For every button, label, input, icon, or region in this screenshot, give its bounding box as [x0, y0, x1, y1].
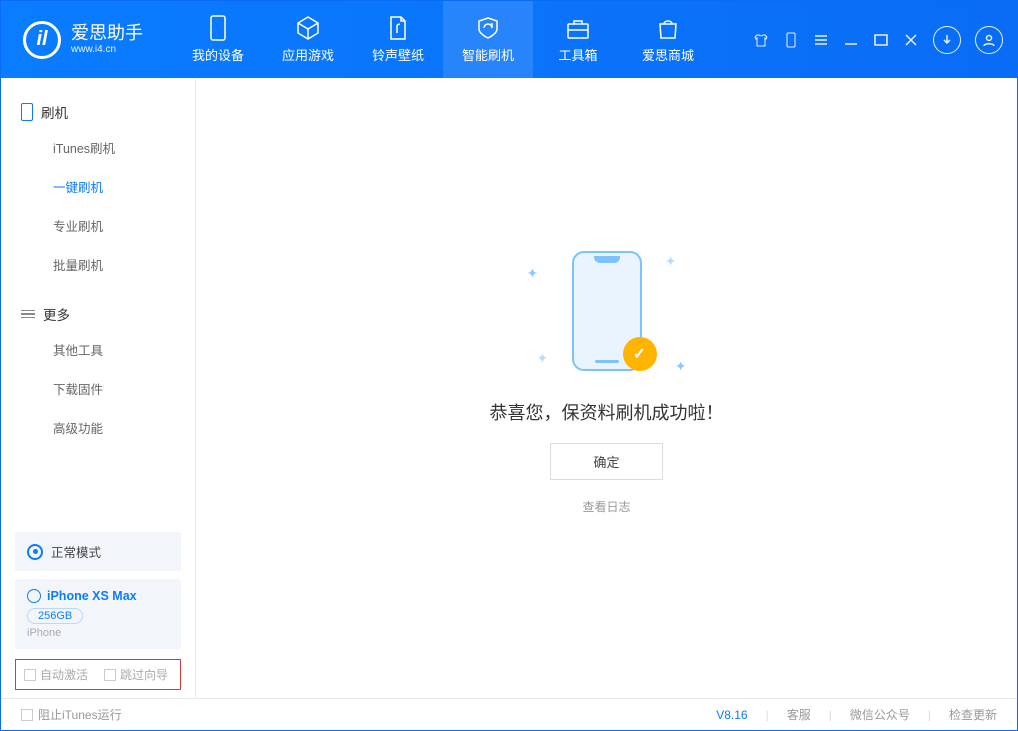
nav-store[interactable]: 爱思商城: [623, 1, 713, 78]
nav-label: 智能刷机: [462, 45, 514, 64]
checkbox-skip-guide[interactable]: 跳过向导: [104, 666, 168, 683]
sidebar-item-pro-flash[interactable]: 专业刷机: [1, 206, 195, 245]
status-link-wechat[interactable]: 微信公众号: [850, 706, 910, 723]
shield-refresh-icon: [475, 15, 501, 41]
app-window: il 爱思助手 www.i4.cn 我的设备 应用游戏 铃声壁纸 智能刷机: [0, 0, 1018, 731]
bag-icon: [655, 15, 681, 41]
nav-label: 爱思商城: [642, 45, 694, 64]
checkbox-auto-activate[interactable]: 自动激活: [24, 666, 88, 683]
sidebar-footer: 正常模式 iPhone XS Max 256GB iPhone 自动激活 跳过向…: [1, 524, 195, 698]
nav-ring-wallpaper[interactable]: 铃声壁纸: [353, 1, 443, 78]
sidebar-item-onekey-flash[interactable]: 一键刷机: [1, 167, 195, 206]
cube-icon: [295, 15, 321, 41]
sparkle-icon: ✦: [675, 358, 687, 375]
checkbox-icon: [24, 669, 36, 681]
success-illustration: ✦ ✦ ✓ ✦ ✦: [527, 241, 687, 381]
toolbox-icon: [565, 15, 591, 41]
sidebar-item-advanced[interactable]: 高级功能: [1, 408, 195, 447]
phone-icon: [21, 103, 33, 121]
nav-label: 工具箱: [558, 45, 597, 64]
status-link-support[interactable]: 客服: [787, 706, 811, 723]
sidebar-item-other-tools[interactable]: 其他工具: [1, 330, 195, 369]
menu-icon[interactable]: [813, 32, 829, 48]
sidebar-item-download-firmware[interactable]: 下载固件: [1, 369, 195, 408]
phone-small-icon[interactable]: [783, 32, 799, 48]
checkbox-block-itunes[interactable]: 阻止iTunes运行: [21, 706, 122, 723]
sparkle-icon: ✦: [665, 253, 677, 270]
success-title: 恭喜您，保资料刷机成功啦！: [490, 399, 724, 425]
version-label: V8.16: [716, 708, 747, 722]
shirt-icon[interactable]: [753, 32, 769, 48]
brand-title: 爱思助手: [71, 23, 143, 44]
view-log-link[interactable]: 查看日志: [582, 498, 630, 515]
checkbox-icon: [104, 669, 116, 681]
result-panel: ✦ ✦ ✓ ✦ ✦ 恭喜您，保资料刷机成功啦！ 确定 查看日志: [490, 241, 724, 515]
checkbox-icon: [21, 709, 33, 721]
device-storage: 256GB: [27, 608, 83, 624]
nav-label: 铃声壁纸: [372, 45, 424, 64]
status-link-update[interactable]: 检查更新: [949, 706, 997, 723]
titlebar: il 爱思助手 www.i4.cn 我的设备 应用游戏 铃声壁纸 智能刷机: [1, 1, 1017, 78]
sparkle-icon: ✦: [537, 350, 549, 367]
download-button[interactable]: [933, 26, 961, 54]
sparkle-icon: ✦: [527, 265, 539, 282]
sidebar-checkboxes: 自动激活 跳过向导: [15, 659, 181, 690]
body: 刷机 iTunes刷机 一键刷机 专业刷机 批量刷机 更多 其他工具 下载固件 …: [1, 78, 1017, 698]
sidebar-item-itunes-flash[interactable]: iTunes刷机: [1, 128, 195, 167]
device-ring-icon: [27, 589, 41, 603]
mode-label: 正常模式: [51, 542, 101, 561]
confirm-button[interactable]: 确定: [550, 443, 662, 480]
check-badge-icon: ✓: [623, 337, 657, 371]
nav-toolbox[interactable]: 工具箱: [533, 1, 623, 78]
device-card[interactable]: iPhone XS Max 256GB iPhone: [15, 579, 181, 649]
device-sub: iPhone: [27, 627, 169, 639]
device-name: iPhone XS Max: [47, 589, 137, 603]
main-content: ✦ ✦ ✓ ✦ ✦ 恭喜您，保资料刷机成功啦！ 确定 查看日志: [196, 78, 1017, 698]
close-icon[interactable]: [903, 32, 919, 48]
mode-card[interactable]: 正常模式: [15, 532, 181, 571]
nav-label: 我的设备: [192, 45, 244, 64]
nav-label: 应用游戏: [282, 45, 334, 64]
music-file-icon: [385, 15, 411, 41]
device-icon: [205, 15, 231, 41]
nav-app-games[interactable]: 应用游戏: [263, 1, 353, 78]
brand-subtitle: www.i4.cn: [71, 44, 143, 56]
minimize-icon[interactable]: [843, 32, 859, 48]
sidebar-group-more: 更多: [1, 298, 195, 330]
mode-dot-icon: [27, 544, 43, 560]
sidebar-item-batch-flash[interactable]: 批量刷机: [1, 245, 195, 284]
sidebar-group-flash: 刷机: [1, 96, 195, 128]
maximize-icon[interactable]: [873, 32, 889, 48]
brand: il 爱思助手 www.i4.cn: [23, 21, 143, 59]
main-nav: 我的设备 应用游戏 铃声壁纸 智能刷机 工具箱 爱思商城: [173, 1, 713, 78]
user-button[interactable]: [975, 26, 1003, 54]
group-title: 更多: [43, 304, 70, 324]
nav-smart-flash[interactable]: 智能刷机: [443, 1, 533, 78]
statusbar: 阻止iTunes运行 V8.16 | 客服 | 微信公众号 | 检查更新: [1, 698, 1017, 730]
sidebar: 刷机 iTunes刷机 一键刷机 专业刷机 批量刷机 更多 其他工具 下载固件 …: [1, 78, 196, 698]
titlebar-right: [753, 26, 1003, 54]
brand-text: 爱思助手 www.i4.cn: [71, 23, 143, 55]
hamburger-icon: [21, 310, 35, 319]
nav-my-device[interactable]: 我的设备: [173, 1, 263, 78]
group-title: 刷机: [41, 102, 68, 122]
brand-logo-icon: il: [23, 21, 61, 59]
